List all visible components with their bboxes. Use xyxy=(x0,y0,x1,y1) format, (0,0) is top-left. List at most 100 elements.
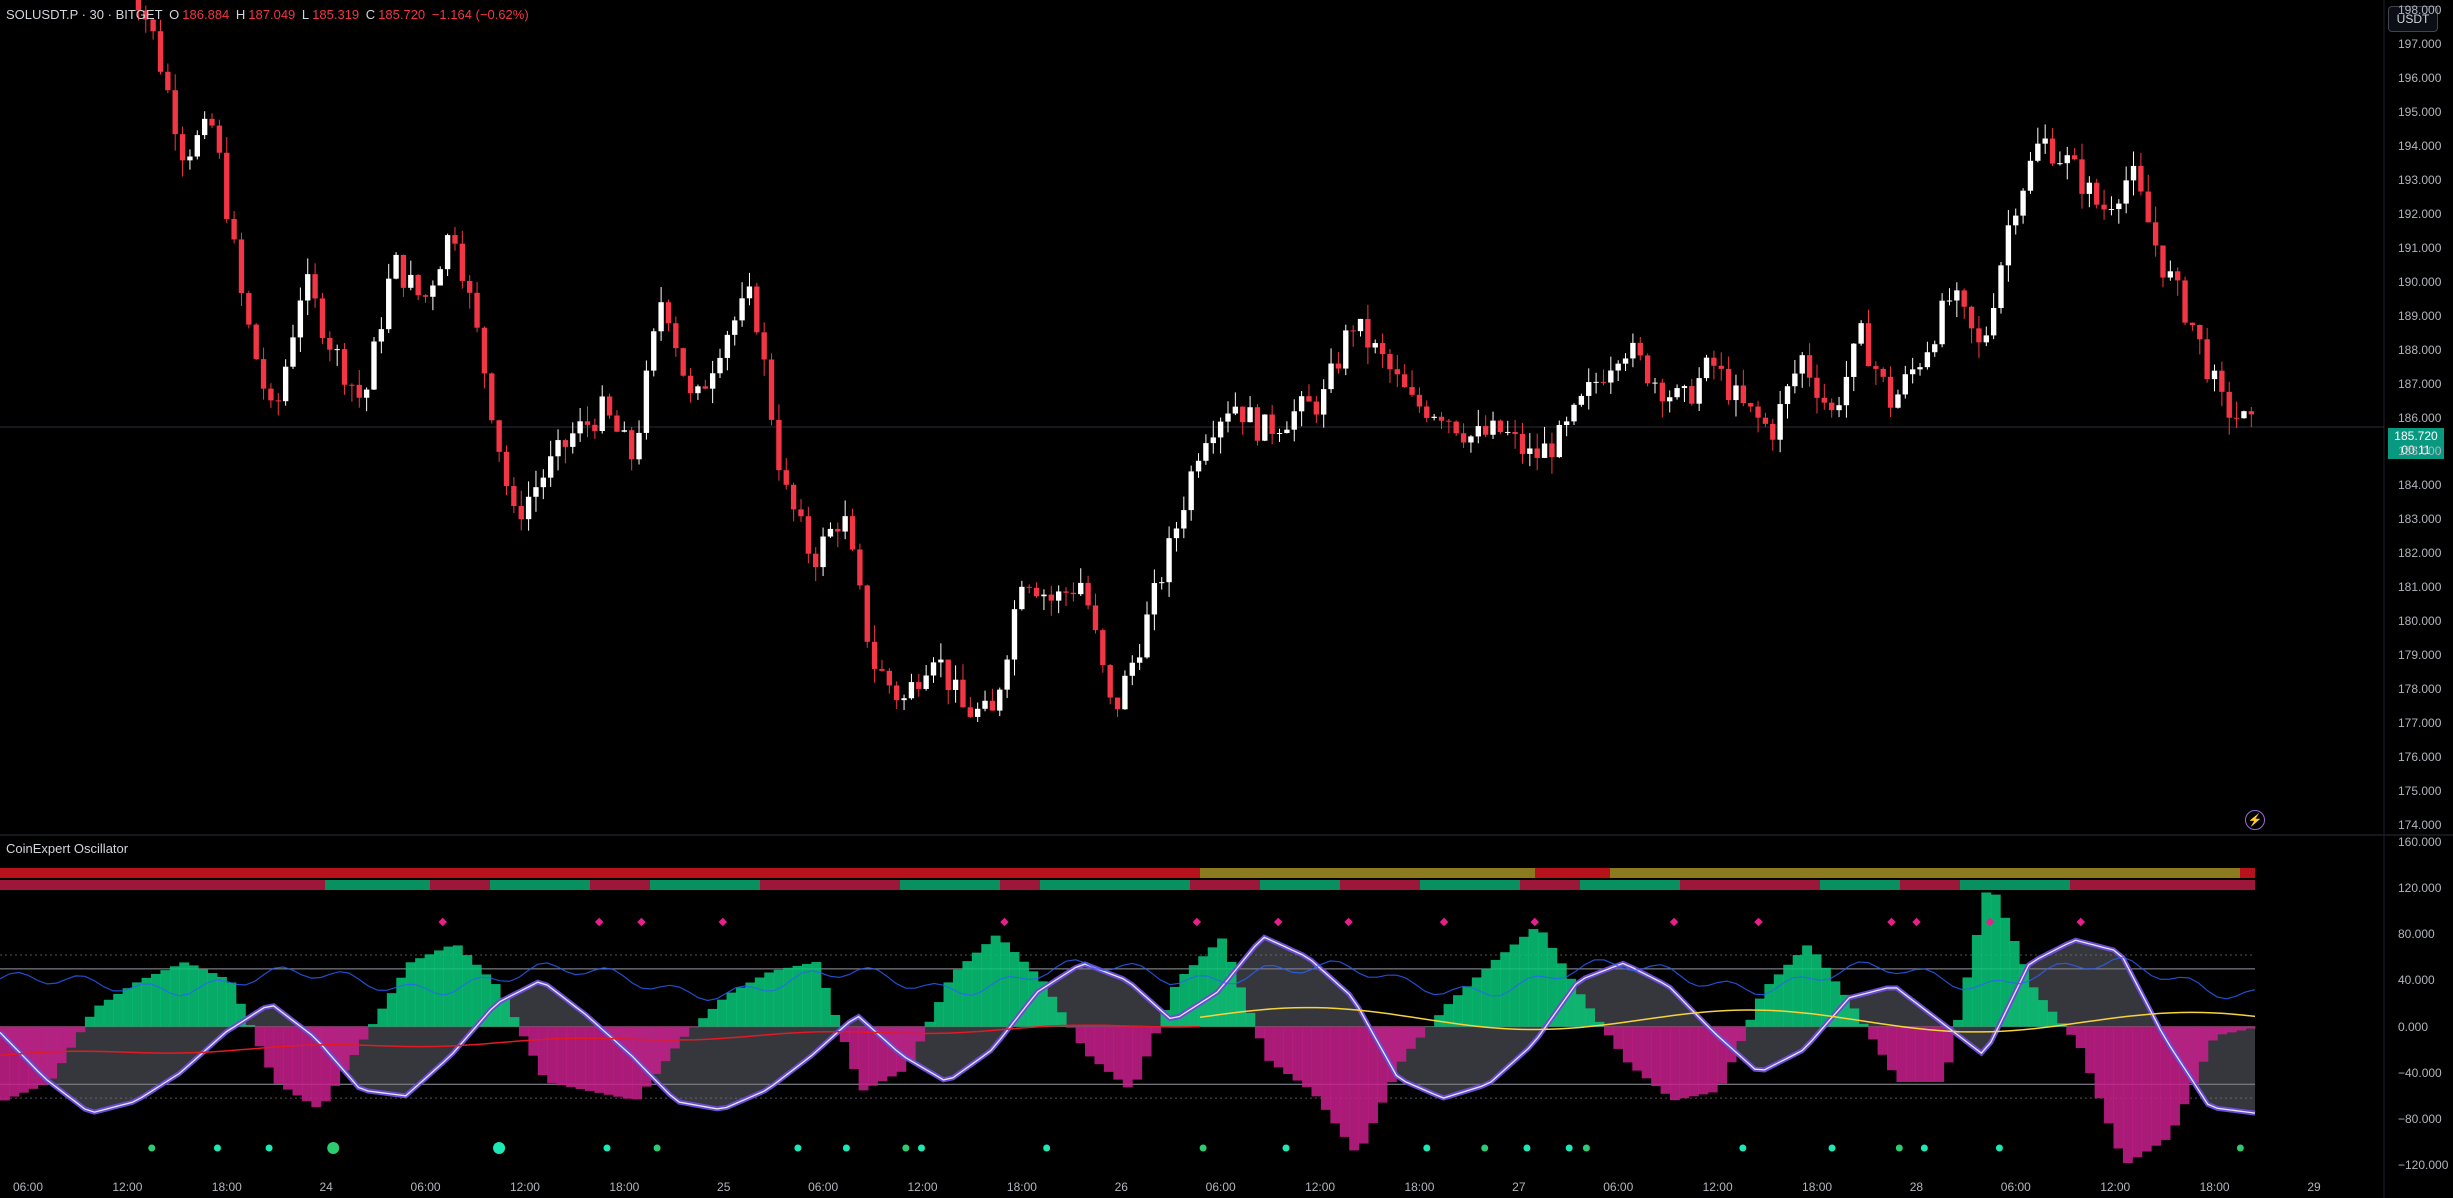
candle xyxy=(1549,443,1555,458)
candle xyxy=(717,357,723,374)
candle xyxy=(570,433,576,447)
histogram-bar xyxy=(613,1026,624,1097)
candle xyxy=(1593,381,1599,383)
buy-signal-marker xyxy=(1828,1144,1836,1152)
histogram-bar xyxy=(2170,1026,2180,1126)
histogram-bar xyxy=(2198,1026,2209,1062)
candle xyxy=(503,451,510,487)
candle xyxy=(886,670,893,686)
oscillator-axis-label: 0.000 xyxy=(2398,1019,2429,1034)
candle xyxy=(1313,401,1320,415)
candle xyxy=(1770,423,1776,440)
histogram-bar xyxy=(132,982,142,1027)
histogram-bar xyxy=(2037,1000,2048,1027)
candle xyxy=(1078,582,1084,595)
candle xyxy=(592,424,598,431)
histogram-bar xyxy=(1962,977,1973,1027)
histogram-bar xyxy=(509,1017,520,1027)
histogram-bar xyxy=(443,946,454,1027)
candle xyxy=(1151,583,1158,615)
histogram-bar xyxy=(1877,1026,1888,1055)
indicator-title[interactable]: CoinExpert Oscillator xyxy=(6,841,128,856)
histogram-bar xyxy=(1575,994,1586,1027)
candle xyxy=(2035,143,2041,161)
histogram-bar xyxy=(1471,977,1482,1027)
buy-signal-marker xyxy=(794,1144,802,1152)
low-label: L xyxy=(301,7,310,22)
histogram-bar xyxy=(1113,1026,1124,1080)
candle xyxy=(1048,594,1054,601)
buy-signal-marker xyxy=(1282,1144,1290,1152)
candle xyxy=(1188,471,1194,511)
time-axis-label: 18:00 xyxy=(609,1180,640,1194)
oscillator-axis-label: 160.000 xyxy=(2398,834,2442,849)
histogram-bar xyxy=(1971,934,1982,1027)
candle xyxy=(1954,290,1960,301)
candle xyxy=(1998,265,2004,308)
price-axis-label: 196.000 xyxy=(2398,71,2442,86)
buy-signal-marker xyxy=(1523,1144,1531,1152)
candle xyxy=(746,286,753,299)
candle xyxy=(319,298,326,339)
histogram-bar xyxy=(717,999,727,1027)
histogram-bar xyxy=(1896,1026,1907,1082)
histogram-bar xyxy=(660,1026,671,1062)
price-axis-label: 190.000 xyxy=(2398,274,2442,289)
symbol-name: SOLUSDT.P · 30 · BITGET xyxy=(6,7,163,22)
histogram-bar xyxy=(217,976,227,1027)
histogram-bar xyxy=(169,966,180,1027)
histogram-bar xyxy=(1292,1026,1303,1081)
time-axis-label: 12:00 xyxy=(1305,1180,1336,1194)
candle xyxy=(1939,300,1945,345)
candle xyxy=(1379,343,1386,355)
candle xyxy=(2241,411,2247,419)
candle xyxy=(363,389,370,398)
histogram-bar xyxy=(1905,1026,1916,1082)
candle xyxy=(709,373,716,389)
histogram-bar xyxy=(1754,998,1765,1027)
candle xyxy=(393,254,399,279)
time-axis-label: 06:00 xyxy=(12,1180,44,1194)
histogram-bar xyxy=(698,1018,709,1027)
candle xyxy=(1041,594,1047,597)
candle xyxy=(1615,363,1621,371)
buy-signal-marker xyxy=(493,1142,506,1154)
candle xyxy=(739,298,745,321)
candle xyxy=(1107,665,1113,698)
candle xyxy=(1055,591,1062,601)
candle xyxy=(1990,307,1997,336)
trend-bar-segment xyxy=(1610,868,2240,878)
histogram-bar xyxy=(1915,1026,1926,1082)
candle xyxy=(849,516,856,550)
lightning-icon[interactable]: ⚡ xyxy=(2245,810,2265,830)
histogram-bar xyxy=(1519,936,1529,1027)
candle xyxy=(400,254,407,288)
candle xyxy=(1865,323,1872,367)
candle xyxy=(1600,381,1607,383)
candle xyxy=(1122,675,1128,710)
candle xyxy=(1924,352,1931,368)
candle xyxy=(1460,433,1467,443)
sell-signal-marker xyxy=(1754,917,1763,927)
histogram-bar xyxy=(1188,965,1199,1027)
candle xyxy=(2130,165,2137,181)
candle xyxy=(1917,367,1923,370)
momentum-bar-segment xyxy=(1340,880,1420,890)
candle xyxy=(1718,365,1724,369)
candle xyxy=(1659,382,1666,402)
histogram-bar xyxy=(1585,1008,1596,1027)
oscillator-series xyxy=(0,892,2256,1164)
momentum-bar-segment xyxy=(1190,880,1260,890)
candle xyxy=(1733,385,1739,401)
candle xyxy=(1534,448,1540,458)
chart-canvas[interactable] xyxy=(0,0,2453,1198)
candle xyxy=(1129,662,1135,676)
histogram-bar xyxy=(1236,987,1246,1027)
symbol-legend[interactable]: SOLUSDT.P · 30 · BITGET O 186.884 H 187.04… xyxy=(6,7,532,22)
histogram-bar xyxy=(1953,1019,1963,1027)
time-axis-label: 29 xyxy=(2307,1180,2321,1194)
candle xyxy=(798,509,804,517)
candle xyxy=(1740,385,1747,404)
histogram-bar xyxy=(358,1026,369,1040)
histogram-bar xyxy=(283,1026,293,1090)
